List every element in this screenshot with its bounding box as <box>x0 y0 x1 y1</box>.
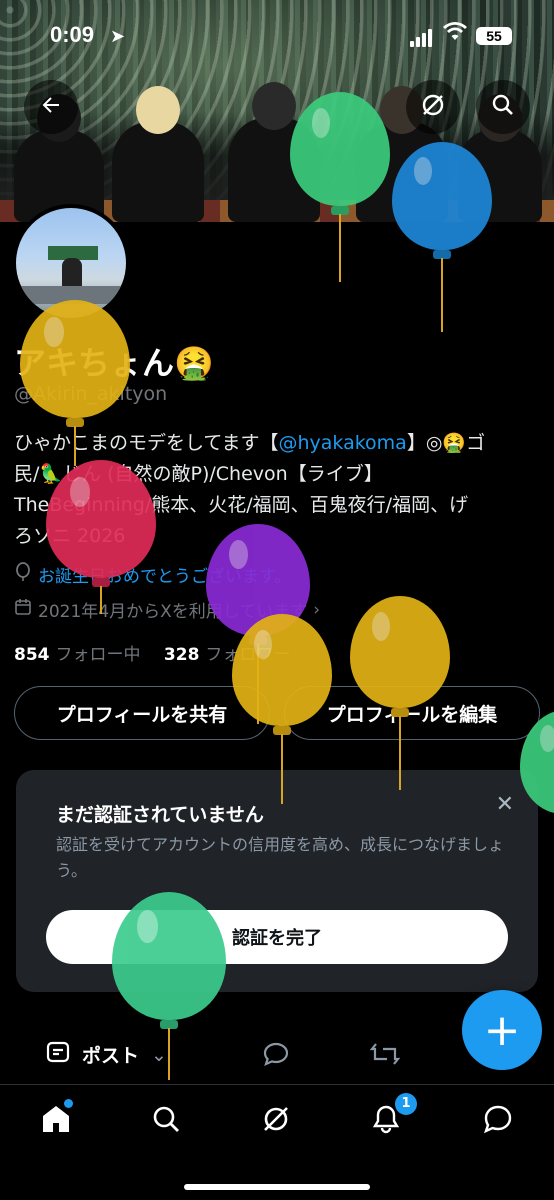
bio-mention-link[interactable]: @hyakakoma <box>278 432 406 454</box>
search-icon <box>491 93 515 121</box>
name-emoji: 🤮 <box>174 344 214 382</box>
back-arrow-icon <box>39 93 63 121</box>
grok-icon <box>420 92 446 122</box>
home-indicator <box>184 1184 370 1190</box>
compose-button[interactable]: + <box>462 990 542 1070</box>
status-bar: 0:09 ➤ 55 <box>0 0 554 60</box>
bio-text: TheBeginning/熊本、火花/福岡、百鬼夜行/福岡、げ <box>14 494 469 516</box>
share-profile-button[interactable]: プロフィールを共有 <box>14 686 270 740</box>
battery-indicator: 55 <box>476 27 512 45</box>
tab-messages[interactable] <box>478 1101 518 1141</box>
avatar[interactable] <box>12 204 130 322</box>
birthday-text: お誕生日おめでとうございます。 <box>38 567 292 587</box>
location-arrow-icon: ➤ <box>110 26 126 47</box>
banner-person <box>112 86 204 222</box>
close-icon[interactable]: ✕ <box>496 792 514 817</box>
search-icon <box>151 1104 181 1138</box>
complete-verification-button[interactable]: 認証を完了 <box>46 910 508 964</box>
post-tab[interactable]: ポスト ⌄ <box>46 1040 167 1069</box>
edit-profile-button[interactable]: プロフィールを編集 <box>284 686 540 740</box>
verification-title: まだ認証されていません <box>56 804 264 826</box>
followers-count: 328 <box>163 645 200 665</box>
compose-plus-icon: + <box>483 1004 521 1056</box>
birthday-row[interactable]: お誕生日おめでとうございます。 <box>14 562 291 587</box>
follow-stats: 854 フォロー中 328 フォロワー <box>14 640 290 665</box>
banner-person <box>458 94 542 222</box>
following-link[interactable]: 854 フォロー中 <box>14 645 141 665</box>
message-icon <box>483 1104 513 1138</box>
banner-person <box>228 82 320 222</box>
reply-icon[interactable] <box>262 1040 290 1072</box>
calendar-icon <box>14 598 32 621</box>
followers-link[interactable]: 328 フォロワー <box>164 645 291 665</box>
tab-grok[interactable] <box>256 1101 296 1141</box>
user-handle: @Akirin_akityon <box>14 383 168 405</box>
repost-icon[interactable] <box>369 1040 401 1072</box>
grok-button[interactable] <box>406 80 460 134</box>
bio-text: ろソニ 2026 <box>14 525 126 547</box>
home-icon <box>40 1103 72 1139</box>
bio-text: ひゃかこまのモデをしてます【 <box>14 432 279 454</box>
bottom-tab-bar <box>0 1084 554 1200</box>
joined-row[interactable]: 2021年4月からXを利用しています › <box>14 597 320 622</box>
notifications-badge: 1 <box>395 1093 417 1115</box>
grok-icon <box>261 1104 291 1138</box>
cellular-signal-icon <box>410 28 434 47</box>
chevron-right-icon: › <box>313 599 321 620</box>
display-name-text: アキちょん <box>14 344 175 382</box>
wifi-icon <box>443 22 467 47</box>
bio-text: 民/🦜じん (自然の敵P)/Chevon【ライブ】 <box>14 463 383 485</box>
display-name: アキちょん🤮 <box>14 338 214 384</box>
avatar-bridge <box>16 286 126 304</box>
home-unread-dot <box>64 1099 73 1108</box>
chevron-down-icon: ⌄ <box>151 1043 167 1066</box>
profile-bio: ひゃかこまのモデをしてます【@hyakakoma】◎🤮ゴ 民/🦜じん (自然の敵… <box>14 428 534 552</box>
post-icon <box>46 1040 70 1069</box>
bio-text: 】◎🤮ゴ <box>406 432 486 454</box>
search-button[interactable] <box>476 80 530 134</box>
balloon-icon <box>14 562 32 587</box>
back-button[interactable] <box>24 80 78 134</box>
tab-explore[interactable] <box>146 1101 186 1141</box>
verification-card: まだ認証されていません ✕ 認証を受けてアカウントの信用度を高め、成長につなげま… <box>16 770 538 992</box>
following-label: フォロー中 <box>55 645 141 665</box>
post-tab-label: ポスト <box>82 1045 140 1067</box>
joined-text: 2021年4月からXを利用しています <box>38 602 308 622</box>
verification-description: 認証を受けてアカウントの信用度を高め、成長につなげましょう。 <box>56 835 505 880</box>
following-count: 854 <box>14 645 50 665</box>
followers-label: フォロワー <box>205 645 291 665</box>
banner-person <box>356 86 448 222</box>
status-time: 0:09 <box>50 22 95 47</box>
